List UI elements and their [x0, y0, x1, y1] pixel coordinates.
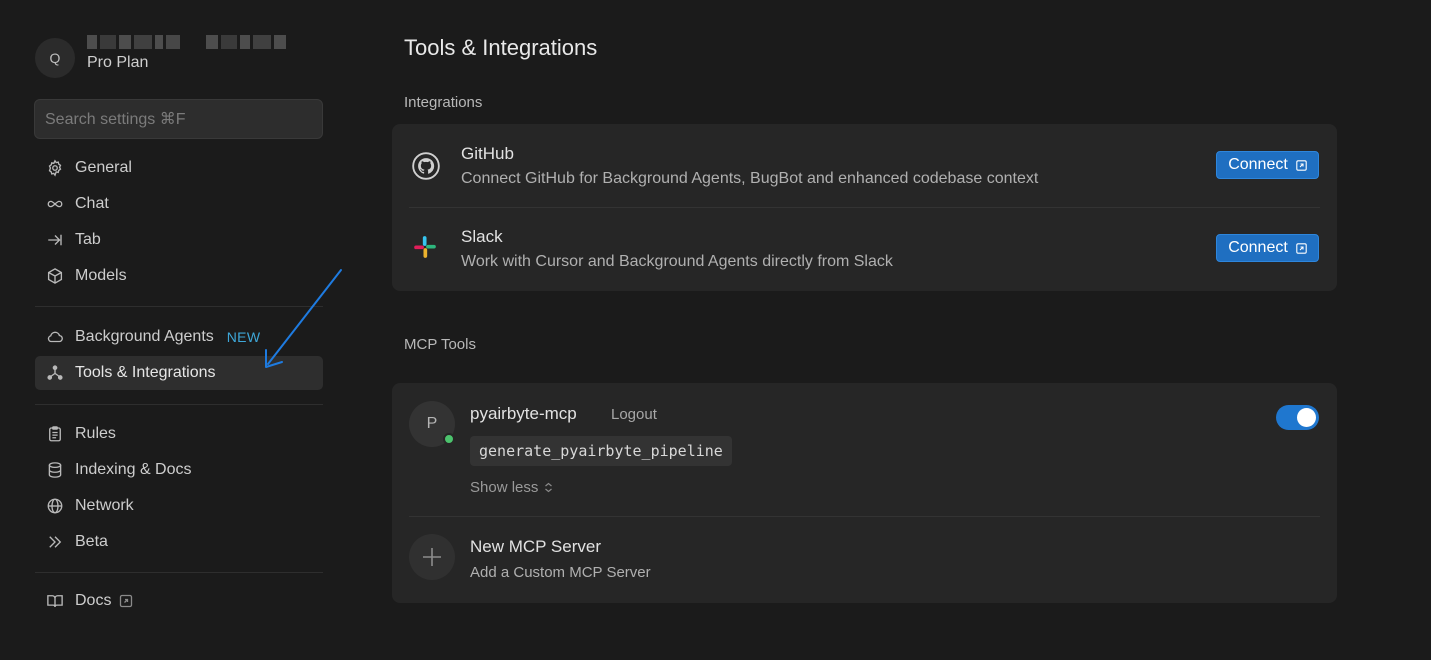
book-icon: [45, 591, 65, 611]
mcp-tool-chip: generate_pyairbyte_pipeline: [470, 436, 732, 466]
sidebar-item-background-agents[interactable]: Background Agents NEW: [35, 320, 323, 354]
logout-link[interactable]: Logout: [611, 406, 657, 423]
database-icon: [45, 460, 65, 480]
slack-icon: [414, 236, 436, 258]
sidebar-item-label: Network: [75, 497, 134, 514]
chevron-updown-icon: [545, 482, 553, 493]
new-mcp-server-subtitle: Add a Custom MCP Server: [470, 564, 651, 581]
profile: Q Pro Plan: [35, 35, 286, 78]
sidebar-divider: [35, 572, 323, 573]
external-link-icon: [1296, 242, 1307, 254]
external-link-icon: [1296, 159, 1307, 171]
tab-arrow-icon: [45, 230, 65, 250]
plan-label: Pro Plan: [87, 54, 149, 71]
plus-icon: [423, 548, 441, 566]
row-divider: [409, 516, 1320, 517]
github-connect-button[interactable]: Connect: [1216, 151, 1319, 179]
integrations-heading: Integrations: [404, 94, 483, 111]
mcp-server-name: pyairbyte-mcp: [470, 404, 577, 423]
sidebar-item-network[interactable]: Network: [35, 489, 323, 523]
cube-icon: [45, 266, 65, 286]
sidebar-item-tab[interactable]: Tab: [35, 223, 323, 257]
sidebar-item-indexing-docs[interactable]: Indexing & Docs: [35, 453, 323, 487]
cloud-icon: [45, 327, 65, 347]
sidebar-divider: [35, 306, 323, 307]
search-input[interactable]: Search settings ⌘F: [34, 99, 323, 139]
sidebar-item-beta[interactable]: Beta: [35, 525, 323, 559]
sidebar-item-label: Background Agents: [75, 328, 214, 345]
new-mcp-server-title[interactable]: New MCP Server: [470, 537, 601, 557]
sidebar-item-label: Beta: [75, 533, 108, 550]
sidebar-item-models[interactable]: Models: [35, 259, 323, 293]
integration-description: Connect GitHub for Background Agents, Bu…: [461, 170, 1039, 187]
user-name-redacted: [87, 34, 286, 50]
avatar[interactable]: Q: [35, 38, 75, 78]
sidebar-item-label: Indexing & Docs: [75, 461, 192, 478]
integration-name: Slack: [461, 227, 503, 246]
online-status-dot: [443, 433, 455, 445]
sidebar-item-tools-integrations[interactable]: Tools & Integrations: [35, 356, 323, 390]
integration-name: GitHub: [461, 144, 514, 163]
toggle-knob: [1297, 408, 1316, 427]
sidebar-item-label: Rules: [75, 425, 116, 442]
nodes-icon: [45, 363, 65, 383]
integrations-card: GitHub Connect GitHub for Background Age…: [392, 124, 1337, 291]
clipboard-icon: [45, 424, 65, 444]
integration-row-slack: Slack Work with Cursor and Background Ag…: [392, 208, 1337, 291]
mcp-server-toggle[interactable]: [1276, 405, 1319, 430]
integration-description: Work with Cursor and Background Agents d…: [461, 253, 893, 270]
mcp-tools-card: P pyairbyte-mcp Logout generate_pyairbyt…: [392, 383, 1337, 603]
sidebar-divider: [35, 404, 323, 405]
sidebar-item-general[interactable]: General: [35, 151, 323, 185]
sidebar-item-label: General: [75, 159, 132, 176]
page-title: Tools & Integrations: [404, 35, 598, 60]
external-link-icon: [120, 594, 133, 608]
chevrons-right-icon: [45, 532, 65, 552]
sidebar-item-label: Tab: [75, 231, 101, 248]
settings-sidebar: Q Pro Plan Search settings ⌘F General Ch…: [0, 0, 360, 660]
new-badge: NEW: [226, 329, 261, 345]
sidebar-item-label: Chat: [75, 195, 109, 212]
sidebar-item-label: Models: [75, 267, 127, 284]
integration-row-github: GitHub Connect GitHub for Background Age…: [392, 124, 1337, 207]
globe-icon: [45, 496, 65, 516]
sidebar-item-chat[interactable]: Chat: [35, 187, 323, 221]
sidebar-item-docs[interactable]: Docs: [35, 584, 323, 618]
sidebar-item-rules[interactable]: Rules: [35, 417, 323, 451]
gear-icon: [45, 158, 65, 178]
mcp-tools-heading: MCP Tools: [404, 336, 476, 353]
add-mcp-server-button[interactable]: [409, 534, 455, 580]
show-less-toggle[interactable]: Show less: [470, 479, 553, 496]
github-icon: [412, 152, 440, 180]
infinity-icon: [45, 194, 65, 214]
sidebar-item-label: Tools & Integrations: [75, 364, 216, 381]
slack-connect-button[interactable]: Connect: [1216, 234, 1319, 262]
sidebar-item-label: Docs: [75, 592, 112, 609]
